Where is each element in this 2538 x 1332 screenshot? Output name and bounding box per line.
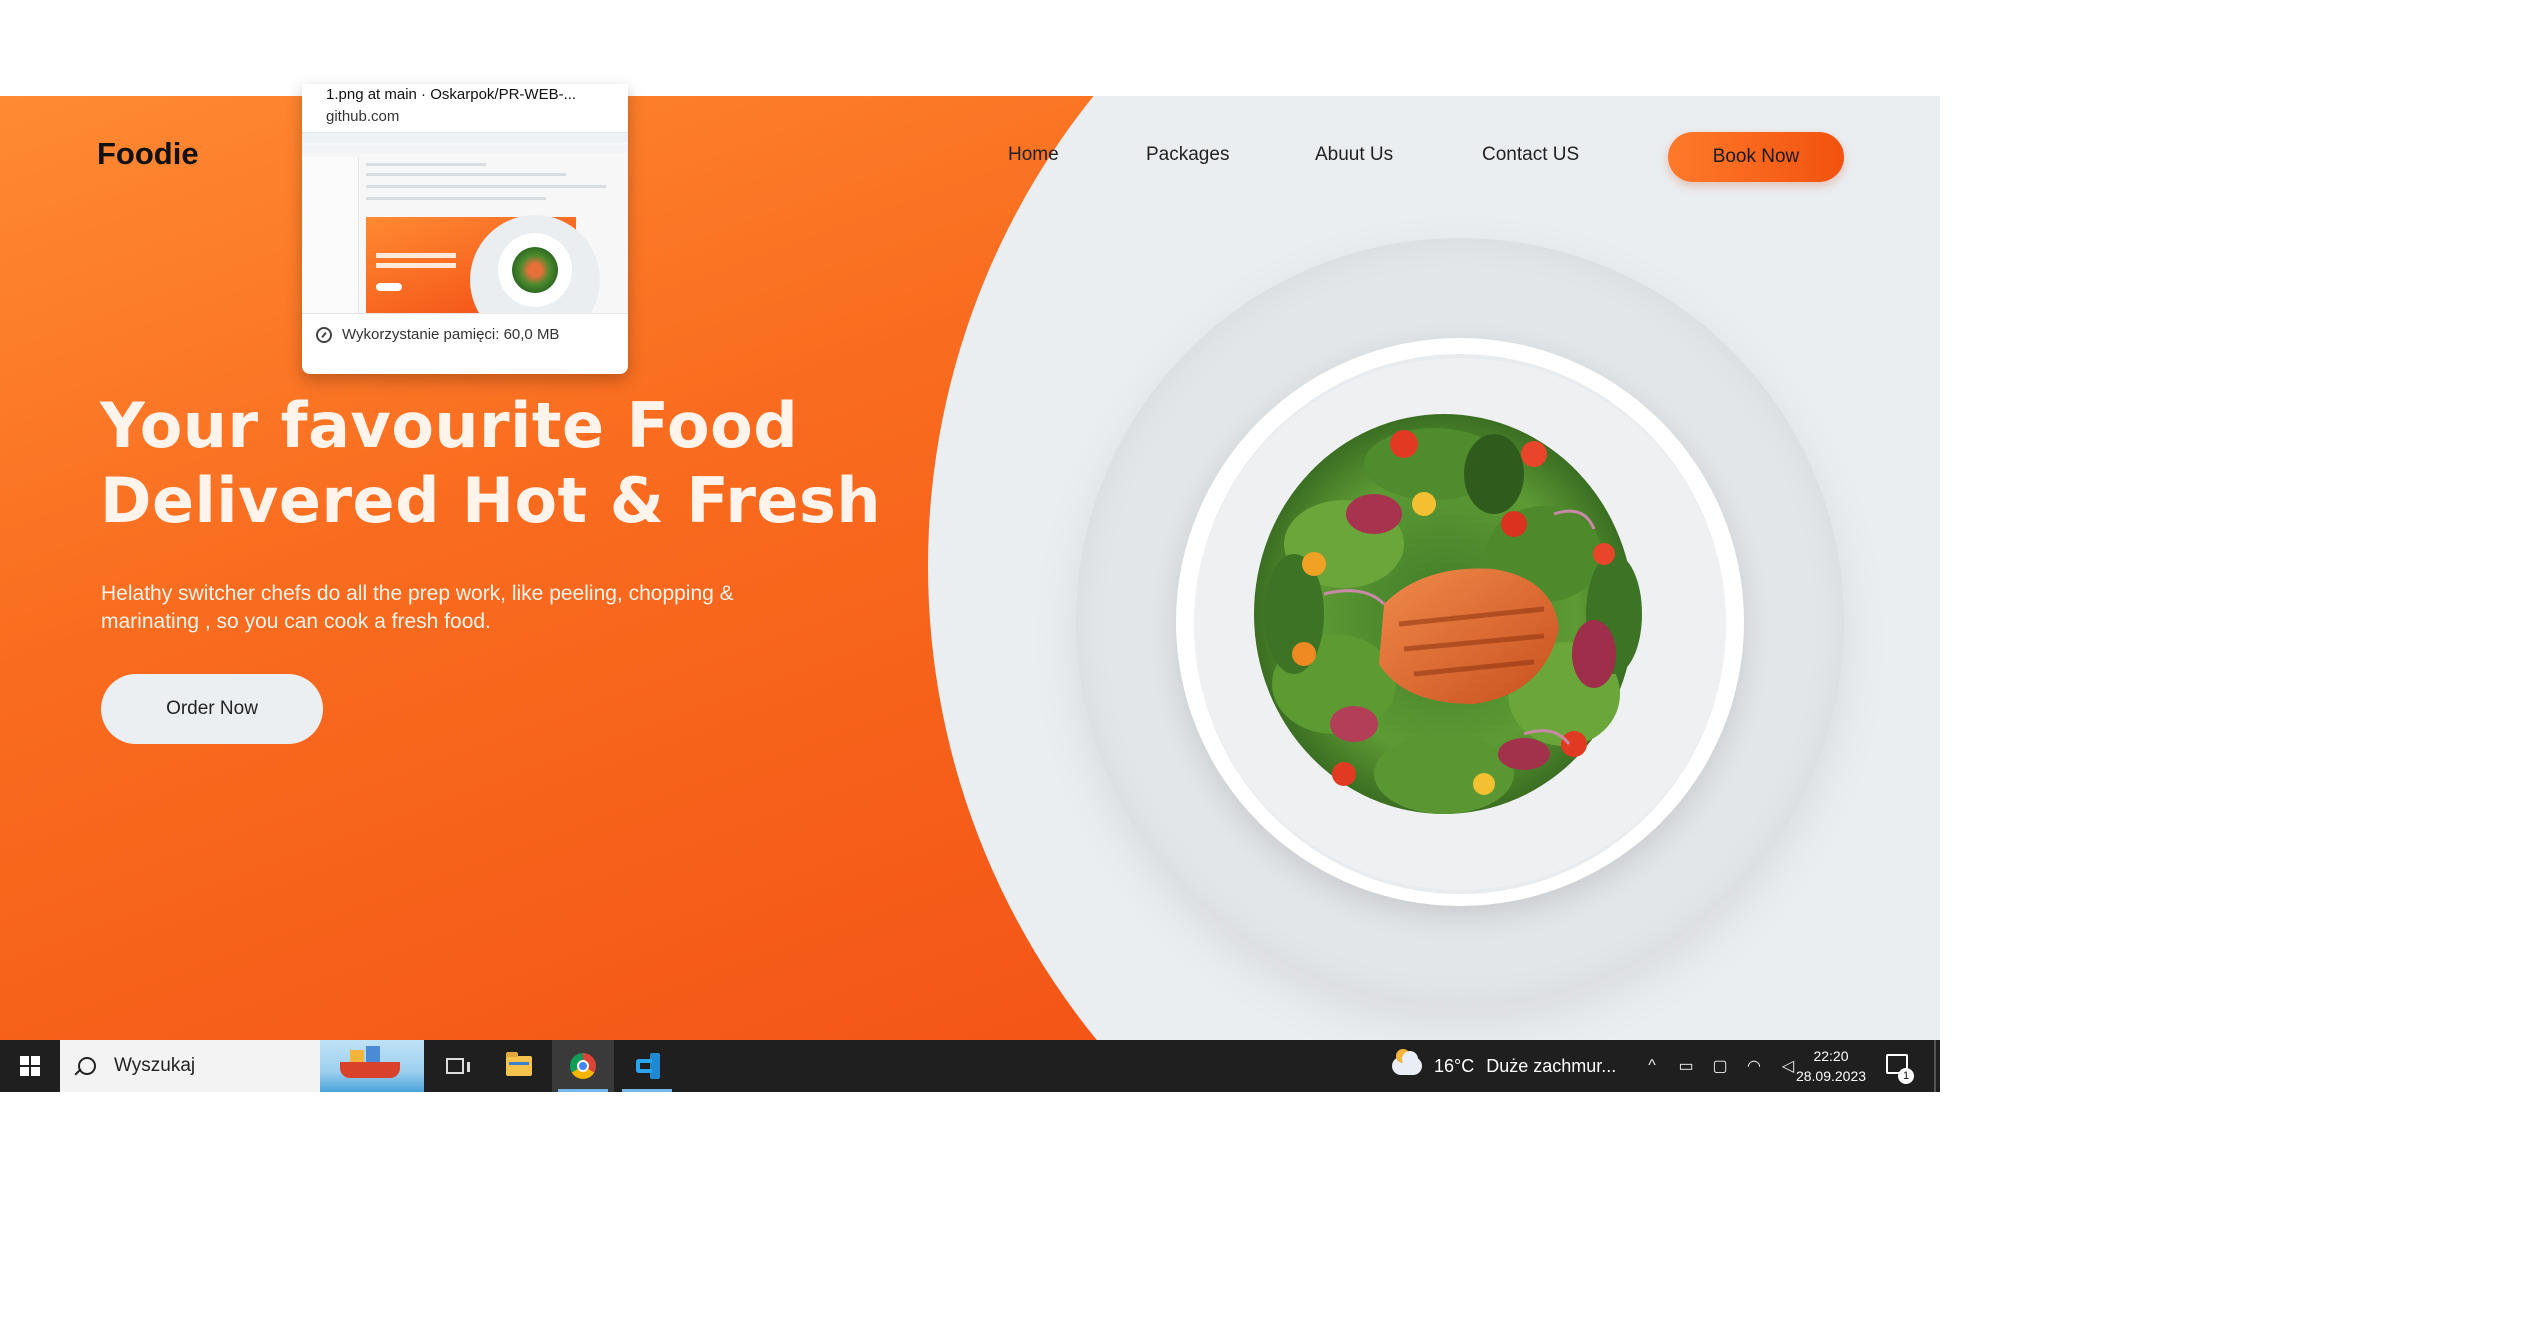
- battery-icon[interactable]: ▭: [1676, 1056, 1696, 1076]
- clock-time: 22:20: [1813, 1048, 1849, 1064]
- hero-title-line-1: Your favourite Food: [100, 389, 799, 462]
- chrome-taskbar-button[interactable]: [552, 1040, 614, 1092]
- nav-packages[interactable]: Packages: [1146, 144, 1229, 166]
- wifi-icon[interactable]: ◠: [1744, 1056, 1764, 1076]
- hero-title-line-2: Delivered Hot & Fresh: [100, 464, 881, 537]
- device-icon[interactable]: ▢: [1710, 1056, 1730, 1076]
- notification-count-badge: 1: [1898, 1068, 1914, 1084]
- order-now-button[interactable]: Order Now: [101, 674, 323, 744]
- weather-widget[interactable]: 16°C Duże zachmur...: [1392, 1040, 1616, 1092]
- taskbar-clock[interactable]: 22:20 28.09.2023: [1786, 1046, 1876, 1086]
- hero-subtitle-line-2: marinating , so you can cook a fresh foo…: [101, 610, 491, 633]
- windows-start-icon: [20, 1056, 40, 1076]
- chrome-icon: [570, 1053, 596, 1079]
- hero-subtitle: Helathy switcher chefs do all the prep w…: [101, 580, 861, 636]
- tab-preview-domain: github.com: [326, 108, 400, 125]
- tab-preview-title: 1.png at main · Oskarpok/PR-WEB-...: [326, 86, 577, 103]
- partly-cloudy-icon: [1392, 1049, 1422, 1075]
- vscode-icon: [634, 1053, 660, 1079]
- weather-temperature: 16°C: [1434, 1055, 1475, 1076]
- thumbnail-line: [366, 173, 566, 176]
- thumbnail-sidebar: [302, 157, 359, 313]
- thumbnail-bookmarks-bar: [302, 145, 628, 153]
- thumbnail-toolbar: [302, 133, 628, 143]
- thumbnail-line: [366, 197, 546, 200]
- vscode-taskbar-button[interactable]: [616, 1040, 678, 1092]
- chevron-up-icon[interactable]: ^: [1642, 1057, 1662, 1075]
- tab-preview-thumbnail: [302, 132, 628, 314]
- task-view-icon: [446, 1058, 470, 1074]
- windows-start-button[interactable]: [0, 1040, 60, 1092]
- file-explorer-icon: [506, 1052, 532, 1076]
- task-view-button[interactable]: [424, 1040, 486, 1092]
- tab-hover-preview[interactable]: 1.png at main · Oskarpok/PR-WEB-... gith…: [302, 84, 628, 374]
- memory-usage-text: Wykorzystanie pamięci: 60,0 MB: [342, 326, 560, 343]
- hero-subtitle-line-1: Helathy switcher chefs do all the prep w…: [101, 582, 734, 605]
- tab-preview-memory: Wykorzystanie pamięci: 60,0 MB: [316, 326, 559, 343]
- thumbnail-line: [366, 185, 606, 188]
- nav-home[interactable]: Home: [1008, 144, 1059, 166]
- running-app-indicator: [622, 1089, 672, 1092]
- nav-about-us[interactable]: Abuut Us: [1315, 144, 1393, 166]
- thumbnail-text: [376, 263, 456, 268]
- active-app-indicator: [558, 1089, 608, 1092]
- taskbar: Wyszukaj 16°C Duże zachmur... ^ ▭ ▢ ◠ ◁ …: [0, 1040, 1940, 1092]
- taskbar-search-box[interactable]: Wyszukaj: [60, 1040, 424, 1092]
- system-tray: ^ ▭ ▢ ◠ ◁: [1642, 1040, 1798, 1092]
- memory-gauge-icon: [316, 326, 332, 343]
- clock-date: 28.09.2023: [1795, 1068, 1867, 1084]
- website-viewport: Foodie Home Packages Abuut Us Contact US…: [0, 96, 1940, 1040]
- thumbnail-text: [376, 253, 456, 258]
- search-highlight-illustration-icon: [320, 1040, 424, 1092]
- salad-image: [1194, 358, 1726, 890]
- weather-description: Duże zachmur...: [1486, 1055, 1617, 1076]
- site-logo[interactable]: Foodie: [97, 136, 199, 172]
- book-now-button[interactable]: Book Now: [1668, 132, 1844, 182]
- search-placeholder: Wyszukaj: [114, 1055, 196, 1076]
- search-icon: [78, 1057, 96, 1075]
- thumbnail-button: [376, 283, 402, 291]
- thumbnail-food: [512, 247, 558, 293]
- file-explorer-button[interactable]: [488, 1040, 550, 1092]
- nav-contact-us[interactable]: Contact US: [1482, 144, 1579, 166]
- hero-title: Your favourite Food Delivered Hot & Fres…: [100, 388, 1000, 538]
- thumbnail-line: [366, 163, 486, 166]
- show-desktop-edge[interactable]: [1934, 1040, 1936, 1092]
